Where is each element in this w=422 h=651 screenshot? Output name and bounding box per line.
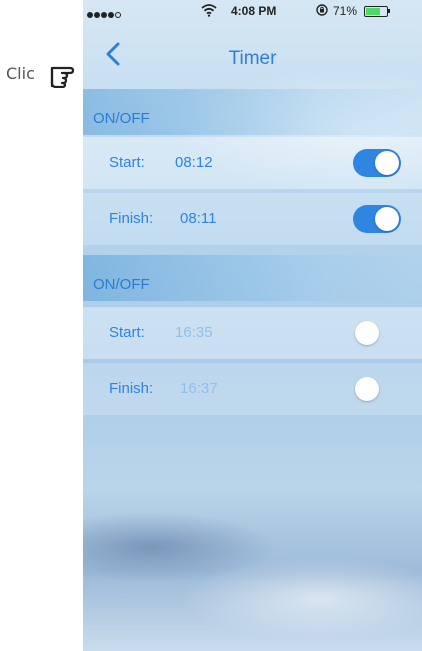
phone-screen: 4:08 PM 71% Timer ON/OFF Start: 08:12 Fi… (83, 0, 422, 651)
wifi-icon (201, 4, 217, 17)
navigation-bar: Timer (83, 22, 422, 84)
start-time-value[interactable]: 16:35 (175, 324, 213, 341)
timer-2-finish-row[interactable]: Finish: 16:37 (83, 363, 422, 415)
finish-label: Finish: (109, 380, 154, 397)
rotation-lock-icon (316, 4, 328, 16)
start-label: Start: (109, 154, 145, 171)
start-label: Start: (109, 324, 145, 341)
timer-2-header-label: ON/OFF (93, 276, 150, 293)
timer-2-start-toggle[interactable] (353, 319, 401, 347)
finish-label: Finish: (109, 210, 154, 227)
click-annotation: Clic (0, 52, 90, 92)
timer-1-header: ON/OFF (83, 89, 422, 135)
timer-2-finish-toggle[interactable] (353, 375, 401, 403)
click-annotation-text: Clic (6, 64, 35, 83)
timer-1-finish-row[interactable]: Finish: 08:11 (83, 193, 422, 245)
timer-1-finish-toggle[interactable] (353, 205, 401, 233)
status-time: 4:08 PM (231, 4, 277, 18)
timer-1-start-row[interactable]: Start: 08:12 (83, 137, 422, 189)
page-title: Timer (228, 48, 277, 69)
finish-time-value[interactable]: 08:11 (180, 210, 216, 227)
timer-1-header-label: ON/OFF (93, 110, 150, 127)
battery-percent: 71% (333, 4, 358, 18)
signal-strength-icon (87, 7, 122, 21)
timer-1-start-toggle[interactable] (353, 149, 401, 177)
pointing-hand-icon (50, 66, 75, 88)
start-time-value[interactable]: 08:12 (175, 154, 213, 171)
battery-icon (364, 6, 388, 17)
finish-time-value[interactable]: 16:37 (180, 380, 218, 397)
timer-2-start-row[interactable]: Start: 16:35 (83, 307, 422, 359)
status-bar: 4:08 PM 71% (83, 0, 422, 22)
timer-2-header: ON/OFF (83, 255, 422, 301)
